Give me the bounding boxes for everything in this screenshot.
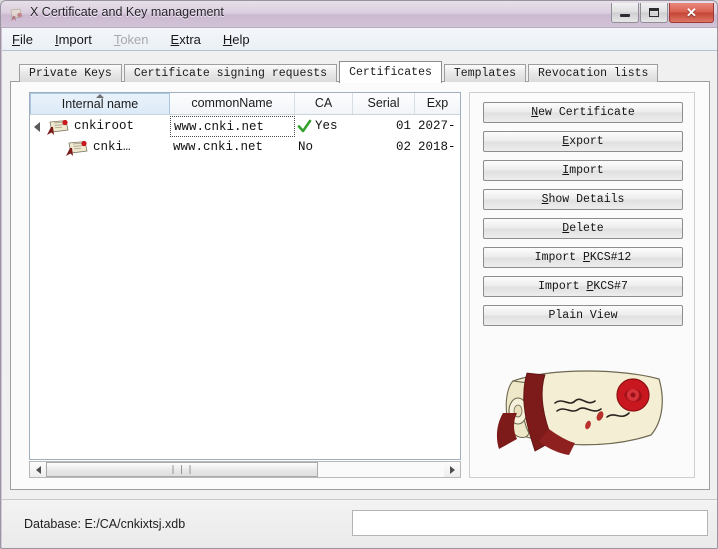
- cell-internal-name: cnki…: [93, 140, 131, 154]
- action-button-panel: New Certificate Export Import Show Detai…: [469, 92, 695, 478]
- cell-serial: 02: [395, 140, 411, 154]
- client-area: Private Keys Certificate signing request…: [2, 51, 717, 499]
- window-title: X Certificate and Key management: [30, 5, 224, 19]
- cell-ca: Yes: [295, 116, 353, 137]
- cell-expiry: 2018-: [418, 140, 456, 154]
- maximize-button[interactable]: [640, 3, 668, 23]
- database-path-label: Database: E:/CA/cnkixtsj.xdb: [24, 517, 186, 531]
- maximize-icon: [641, 3, 667, 22]
- certificate-icon: [47, 119, 69, 135]
- scroll-right-button[interactable]: [444, 462, 460, 477]
- scrollbar-grip: ❘❘❘: [169, 464, 195, 474]
- column-header-ca[interactable]: CA: [295, 93, 353, 114]
- title-bar: X Certificate and Key management ✕: [1, 1, 717, 28]
- import-pkcs12-button[interactable]: Import PKCS#12: [483, 247, 683, 268]
- cell-expiry: 2027-: [418, 119, 456, 133]
- scrollbar-track[interactable]: ❘❘❘: [46, 462, 444, 477]
- application-window: X Certificate and Key management ✕ File …: [0, 0, 718, 549]
- tab-templates[interactable]: Templates: [443, 64, 527, 82]
- row-expander-icon[interactable]: [34, 121, 40, 132]
- import-button[interactable]: Import: [483, 160, 683, 181]
- menu-item-token: Token: [113, 31, 149, 47]
- table-row[interactable]: cnkiroot www.cnki.net Yes 01 2027-: [30, 116, 460, 137]
- minimize-button[interactable]: [611, 3, 639, 23]
- tab-private-keys[interactable]: Private Keys: [19, 64, 122, 82]
- new-certificate-button[interactable]: New Certificate: [483, 102, 683, 123]
- window-controls: ✕: [610, 3, 714, 24]
- check-icon: [297, 119, 312, 133]
- tab-strip: Private Keys Certificate signing request…: [19, 61, 660, 83]
- scroll-left-button[interactable]: [30, 462, 46, 477]
- menu-bar: File Import Token Extra Help: [2, 28, 717, 51]
- minimize-icon: [612, 3, 638, 22]
- menu-item-file[interactable]: File: [12, 32, 33, 47]
- menu-item-import[interactable]: Import: [55, 32, 92, 47]
- table-horizontal-scrollbar[interactable]: ❘❘❘: [29, 461, 461, 478]
- cell-common-name[interactable]: www.cnki.net: [170, 137, 295, 158]
- close-button[interactable]: ✕: [669, 3, 714, 23]
- cell-ca: No: [298, 140, 314, 154]
- status-bar: Database: E:/CA/cnkixtsj.xdb: [2, 499, 717, 548]
- certificate-scroll-illustration: [496, 370, 663, 455]
- close-icon: ✕: [686, 4, 697, 20]
- table-row[interactable]: cnki… www.cnki.net No 02 2018-: [30, 137, 460, 158]
- tab-certificate-signing-requests[interactable]: Certificate signing requests: [123, 64, 338, 82]
- cell-internal-name: cnkiroot: [74, 119, 135, 133]
- certificate-table[interactable]: Internal name commonName CA Serial Exp c…: [29, 92, 461, 460]
- import-pkcs7-button[interactable]: Import PKCS#7: [483, 276, 683, 297]
- menu-item-extra[interactable]: Extra: [171, 32, 201, 47]
- export-button[interactable]: Export: [483, 131, 683, 152]
- tab-panel-certificates: Internal name commonName CA Serial Exp c…: [10, 81, 710, 490]
- delete-button[interactable]: Delete: [483, 218, 683, 239]
- sort-ascending-icon: [96, 94, 104, 98]
- tab-certificates[interactable]: Certificates: [339, 61, 442, 83]
- show-details-button[interactable]: Show Details: [483, 189, 683, 210]
- column-header-expiry[interactable]: Exp: [415, 93, 460, 114]
- table-header-row: Internal name commonName CA Serial Exp: [30, 93, 460, 115]
- scrollbar-thumb[interactable]: ❘❘❘: [46, 462, 318, 477]
- plain-view-button[interactable]: Plain View: [483, 305, 683, 326]
- menu-item-help[interactable]: Help: [223, 32, 250, 47]
- cell-serial: 01: [395, 119, 411, 133]
- column-header-internal-name[interactable]: Internal name: [30, 93, 170, 114]
- status-message-panel: [352, 510, 708, 536]
- app-certificate-icon: [10, 8, 23, 21]
- column-header-serial[interactable]: Serial: [353, 93, 415, 114]
- chevron-left-icon: [35, 465, 41, 474]
- certificate-icon: [66, 140, 88, 156]
- tab-revocation-lists[interactable]: Revocation lists: [528, 64, 659, 82]
- column-header-common-name[interactable]: commonName: [170, 93, 295, 114]
- cell-common-name[interactable]: www.cnki.net: [170, 116, 295, 137]
- chevron-right-icon: [449, 465, 455, 474]
